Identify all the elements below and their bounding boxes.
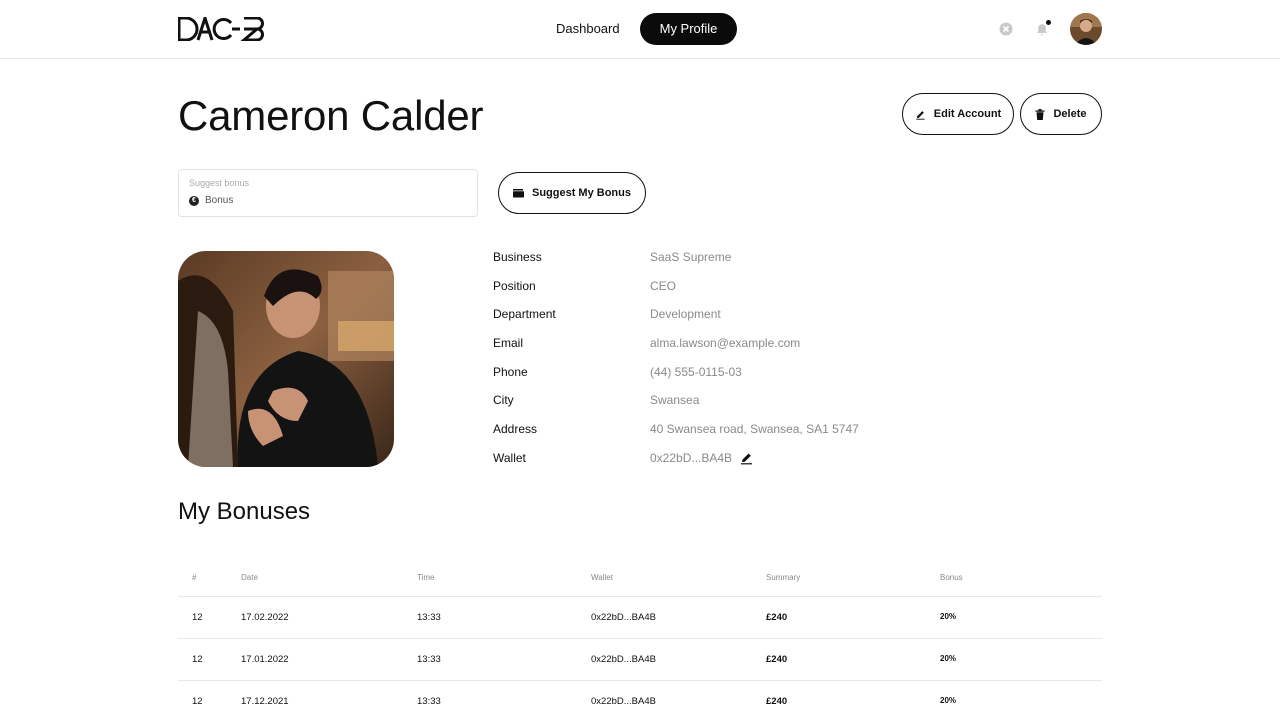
main-nav: Dashboard My Profile xyxy=(540,13,738,45)
suggest-bonus-value: € Bonus xyxy=(189,195,233,206)
detail-value: 40 Swansea road, Swansea, SA1 5747 xyxy=(650,422,859,437)
detail-row-city: City Swansea xyxy=(493,393,1013,422)
detail-value-wallet: 0x22bD...BA4B xyxy=(650,450,753,465)
suggest-my-bonus-button[interactable]: Suggest My Bonus xyxy=(498,172,646,214)
profile-photo xyxy=(178,251,394,467)
detail-label: Email xyxy=(493,336,524,351)
detail-value: SaaS Supreme xyxy=(650,250,732,264)
section-title-my-bonuses: My Bonuses xyxy=(178,498,311,525)
cell-bonus: 20% xyxy=(940,654,957,663)
column-header: Time xyxy=(417,573,435,582)
close-icon[interactable] xyxy=(998,21,1014,37)
bonus-placeholder: Bonus xyxy=(205,195,234,206)
cell-date: 17.12.2021 xyxy=(241,696,289,707)
column-header: Date xyxy=(241,573,258,582)
detail-row-department: Department Development xyxy=(493,307,1013,336)
pencil-icon xyxy=(915,109,926,120)
cell-date: 17.02.2022 xyxy=(241,612,289,623)
column-header: Summary xyxy=(766,573,801,582)
delete-label: Delete xyxy=(1053,108,1087,120)
cell-wallet: 0x22bD...BA4B xyxy=(591,612,656,623)
cell-bonus: 20% xyxy=(940,696,957,705)
detail-label: Business xyxy=(493,250,542,264)
detail-label: Department xyxy=(493,307,556,322)
nav-dashboard[interactable]: Dashboard xyxy=(540,13,636,45)
profile-details: Business SaaS Supreme Position CEO Depar… xyxy=(493,250,1013,480)
cell-number: 12 xyxy=(192,696,203,707)
cell-time: 13:33 xyxy=(417,696,441,707)
table-row[interactable]: 12 17.12.2021 13:33 0x22bD...BA4B £240 2… xyxy=(178,681,1102,720)
trash-icon xyxy=(1035,108,1045,120)
nav-my-profile[interactable]: My Profile xyxy=(639,13,738,45)
column-header: Wallet xyxy=(591,573,613,582)
cell-bonus: 20% xyxy=(940,612,957,621)
wallet-icon xyxy=(512,188,524,198)
detail-row-address: Address 40 Swansea road, Swansea, SA1 57… xyxy=(493,422,1013,451)
table-header: # Date Time Wallet Summary Bonus xyxy=(178,565,1102,597)
table-row[interactable]: 12 17.02.2022 13:33 0x22bD...BA4B £240 2… xyxy=(178,597,1102,639)
cell-time: 13:33 xyxy=(417,612,441,623)
column-header: # xyxy=(192,573,197,582)
cell-time: 13:33 xyxy=(417,654,441,665)
cell-wallet: 0x22bD...BA4B xyxy=(591,654,656,665)
detail-label: Phone xyxy=(493,364,528,379)
edit-account-button[interactable]: Edit Account xyxy=(902,93,1014,135)
detail-value: alma.lawson@example.com xyxy=(650,336,801,351)
detail-label: Position xyxy=(493,278,536,293)
page-title: Cameron Calder xyxy=(178,92,484,139)
detail-label: Wallet xyxy=(493,450,526,465)
suggest-bonus-label: Suggest bonus xyxy=(189,178,250,188)
detail-row-wallet: Wallet 0x22bD...BA4B xyxy=(493,451,1013,480)
bonuses-table: # Date Time Wallet Summary Bonus 12 17.0… xyxy=(178,565,1102,720)
suggest-bonus-input[interactable]: Suggest bonus € Bonus xyxy=(178,169,478,217)
detail-value: (44) 555-0115-03 xyxy=(650,364,742,379)
wallet-address: 0x22bD...BA4B xyxy=(650,450,733,465)
column-header: Bonus xyxy=(940,573,963,582)
cell-number: 12 xyxy=(192,654,203,665)
detail-value: Swansea xyxy=(650,393,700,408)
cell-summary: £240 xyxy=(766,654,788,665)
edit-account-label: Edit Account xyxy=(933,108,1002,120)
cell-summary: £240 xyxy=(766,696,788,707)
detail-row-position: Position CEO xyxy=(493,279,1013,308)
detail-value: Development xyxy=(650,307,721,322)
detail-row-phone: Phone (44) 555-0115-03 xyxy=(493,365,1013,394)
cell-wallet: 0x22bD...BA4B xyxy=(591,696,656,707)
table-row[interactable]: 12 17.01.2022 13:33 0x22bD...BA4B £240 2… xyxy=(178,639,1102,681)
cell-number: 12 xyxy=(192,612,203,623)
cell-date: 17.01.2022 xyxy=(241,654,289,665)
detail-label: City xyxy=(493,393,514,408)
cell-summary: £240 xyxy=(766,612,788,623)
delete-button[interactable]: Delete xyxy=(1020,93,1102,135)
notification-dot xyxy=(1046,20,1051,25)
detail-row-email: Email alma.lawson@example.com xyxy=(493,336,1013,365)
top-navigation-bar: Dashboard My Profile xyxy=(0,0,1280,59)
suggest-my-bonus-label: Suggest My Bonus xyxy=(531,187,631,199)
detail-value: CEO xyxy=(650,278,677,293)
user-avatar[interactable] xyxy=(1070,13,1102,45)
edit-wallet-icon[interactable] xyxy=(740,452,753,465)
detail-label: Address xyxy=(493,422,538,437)
detail-row-business: Business SaaS Supreme xyxy=(493,250,1013,279)
euro-icon: € xyxy=(189,195,199,206)
bell-icon[interactable] xyxy=(1034,20,1051,37)
dao-b-logo[interactable] xyxy=(178,17,268,41)
